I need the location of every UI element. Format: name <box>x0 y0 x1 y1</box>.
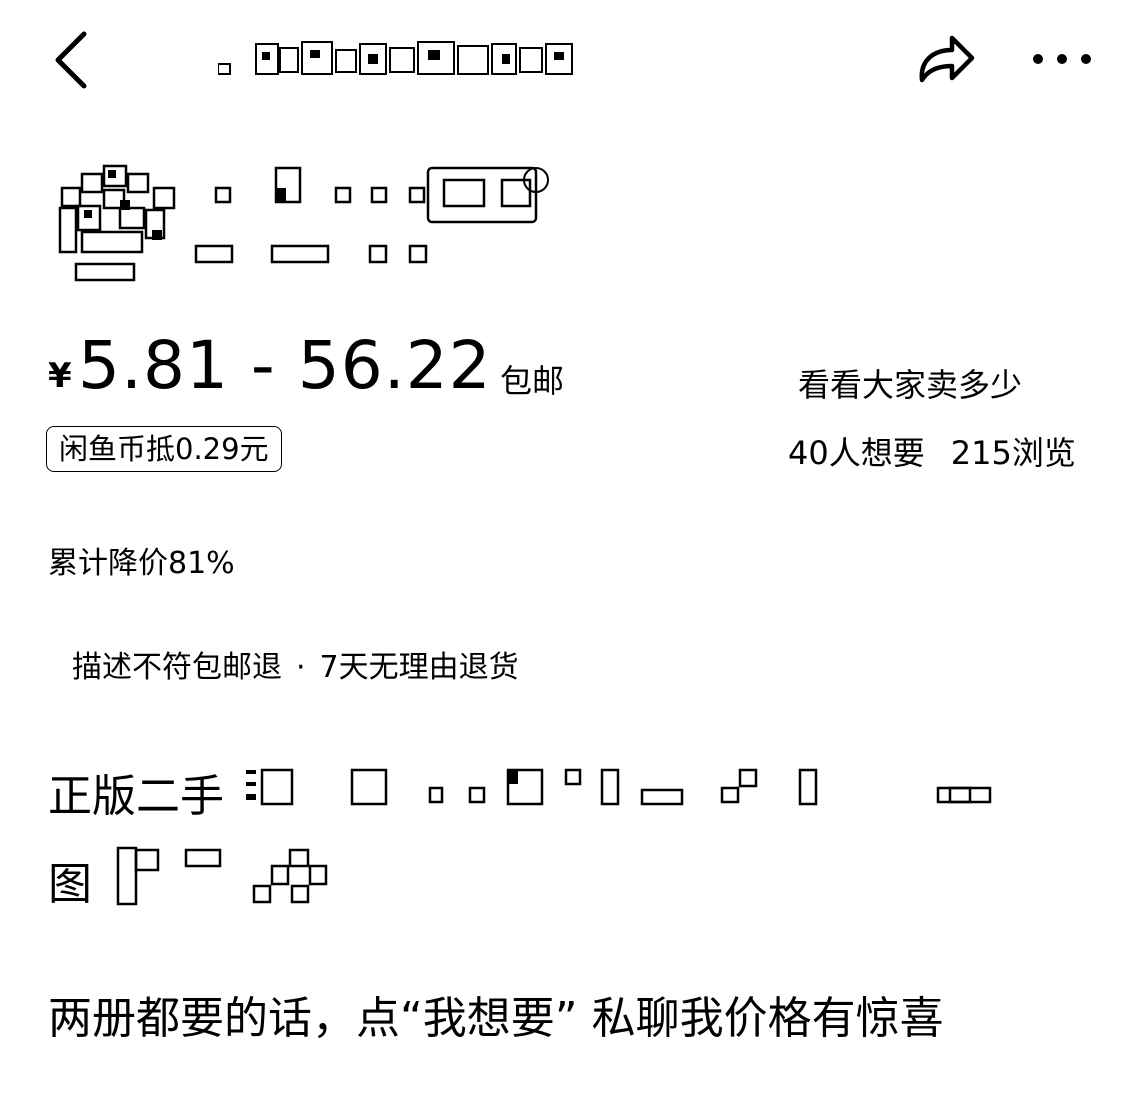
price-range: 5.81 - 56.22 <box>78 327 492 404</box>
description-prefix-2: 图 <box>48 859 92 910</box>
description-line-2: 图 <box>48 848 92 912</box>
pixelated-description-1 <box>244 766 1004 810</box>
guarantee-row[interactable]: 描述不符包邮退 · 7天无理由退货 <box>72 642 519 686</box>
guarantee-item-refund: 描述不符包邮退 <box>72 650 282 685</box>
chevron-left-icon[interactable] <box>48 30 96 90</box>
price-drop-label: 累计降价81% <box>48 546 235 581</box>
item-stats: 40人想要 215浏览 <box>788 428 1076 474</box>
guarantee-separator: · <box>296 650 306 685</box>
pixelated-description-2 <box>110 846 340 906</box>
free-shipping-label: 包邮 <box>500 362 565 400</box>
promo-text: 两册都要的话，点“我想要” 私聊我价格有惊喜 <box>48 993 944 1044</box>
coin-discount-badge: 闲鱼币抵0.29元 <box>46 426 282 472</box>
description-prefix: 正版二手 <box>48 771 224 822</box>
pixelated-header-title <box>217 38 578 78</box>
more-dots-icon[interactable] <box>1030 48 1094 70</box>
wants-count: 40人想要 <box>788 434 925 472</box>
pixelated-seller-info[interactable] <box>54 160 554 284</box>
guarantee-item-return: 7天无理由退货 <box>319 650 519 685</box>
description-line-1: 正版二手 <box>48 760 224 824</box>
price-trend-link[interactable]: 看看大家卖多少 <box>798 360 1022 406</box>
share-arrow-icon[interactable] <box>912 28 978 88</box>
views-count: 215浏览 <box>950 434 1076 472</box>
currency-symbol: ¥ <box>48 356 72 396</box>
